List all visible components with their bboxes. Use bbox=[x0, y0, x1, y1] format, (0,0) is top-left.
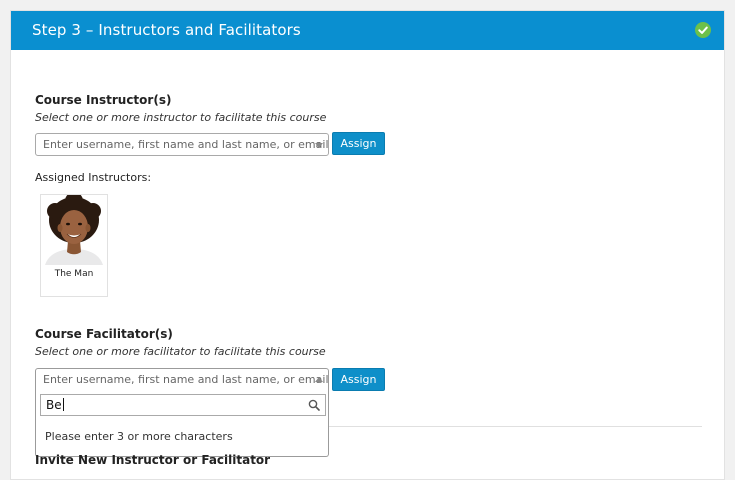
facilitator-dropdown: Be Please enter 3 or more characters bbox=[35, 390, 329, 457]
facilitators-title: Course Facilitator(s) bbox=[35, 327, 173, 341]
instructor-name: The Man bbox=[54, 269, 94, 279]
avatar bbox=[41, 195, 107, 265]
instructors-description: Select one or more instructor to facilit… bbox=[35, 111, 327, 124]
search-icon bbox=[308, 399, 320, 411]
chevron-up-icon[interactable] bbox=[315, 377, 323, 382]
search-hint-message: Please enter 3 or more characters bbox=[45, 430, 233, 443]
instructors-title: Course Instructor(s) bbox=[35, 93, 172, 107]
assigned-instructors-label: Assigned Instructors: bbox=[35, 171, 152, 184]
facilitators-description: Select one or more facilitator to facili… bbox=[35, 345, 326, 358]
instructor-select-placeholder: Enter username, first name and last name… bbox=[43, 138, 329, 151]
facilitator-search-input[interactable]: Be bbox=[40, 394, 326, 416]
check-circle-icon bbox=[695, 22, 711, 38]
facilitator-search-value: Be bbox=[46, 398, 64, 412]
facilitator-select-placeholder: Enter username, first name and last name… bbox=[43, 373, 329, 386]
section-divider bbox=[329, 426, 702, 427]
chevron-down-icon[interactable] bbox=[315, 143, 323, 148]
instructor-select[interactable]: Enter username, first name and last name… bbox=[35, 133, 329, 156]
instructor-card[interactable]: The Man bbox=[40, 194, 108, 297]
assign-facilitator-button[interactable]: Assign bbox=[332, 368, 385, 391]
text-cursor bbox=[62, 398, 64, 411]
assign-instructor-button[interactable]: Assign bbox=[332, 132, 385, 155]
invite-title: Invite New Instructor or Facilitator bbox=[35, 453, 271, 467]
facilitator-select[interactable]: Enter username, first name and last name… bbox=[35, 368, 329, 391]
step-header[interactable]: Step 3 – Instructors and Facilitators bbox=[11, 11, 724, 50]
step-panel: Step 3 – Instructors and Facilitators Co… bbox=[10, 10, 725, 480]
step-title: Step 3 – Instructors and Facilitators bbox=[32, 21, 301, 39]
